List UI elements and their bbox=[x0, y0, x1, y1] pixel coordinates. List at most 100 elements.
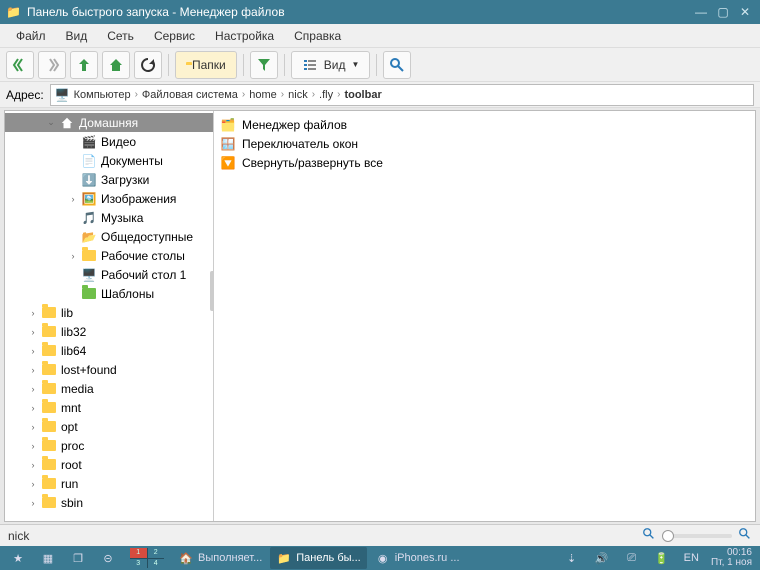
crumb-toolbar[interactable]: toolbar bbox=[342, 89, 383, 101]
refresh-button[interactable] bbox=[134, 51, 162, 79]
folder-icon bbox=[41, 438, 57, 454]
file-list[interactable]: 🗂️ Менеджер файлов🪟 Переключатель окон🔽 … bbox=[214, 111, 755, 521]
tree-item[interactable]: 📂 Общедоступные bbox=[5, 227, 213, 246]
tree-item[interactable]: 🖥️ Рабочий стол 1 bbox=[5, 265, 213, 284]
crumb-nick[interactable]: nick bbox=[286, 89, 310, 101]
chevron-right-icon[interactable]: › bbox=[27, 403, 39, 413]
view-label: Вид bbox=[324, 58, 346, 72]
task-running[interactable]: 🏠 Выполняет... bbox=[172, 547, 268, 569]
chevron-right-icon[interactable]: › bbox=[27, 422, 39, 432]
window-title: Панель быстрого запуска - Менеджер файло… bbox=[27, 5, 688, 19]
tray-disk[interactable]: ⊝ bbox=[94, 547, 122, 569]
file-label: Менеджер файлов bbox=[242, 118, 347, 132]
task-browser[interactable]: ◉ iPhones.ru ... bbox=[369, 547, 466, 569]
forward-button[interactable] bbox=[38, 51, 66, 79]
tray-usb[interactable]: ⇣ bbox=[558, 547, 586, 569]
chevron-right-icon[interactable]: › bbox=[27, 327, 39, 337]
chevron-right-icon[interactable]: › bbox=[67, 194, 79, 204]
file-item[interactable]: 🪟 Переключатель окон bbox=[216, 134, 753, 153]
tree-item[interactable]: › sbin bbox=[5, 493, 213, 512]
chevron-right-icon[interactable]: › bbox=[27, 346, 39, 356]
chevron-right-icon[interactable]: › bbox=[27, 479, 39, 489]
tray-battery[interactable]: 🔋 bbox=[648, 547, 676, 569]
file-item[interactable]: 🔽 Свернуть/развернуть все bbox=[216, 153, 753, 172]
crumb-home[interactable]: home bbox=[247, 89, 279, 101]
tree-item[interactable]: › lib32 bbox=[5, 322, 213, 341]
show-desktop[interactable]: ▦ bbox=[34, 547, 62, 569]
tree-item[interactable]: › media bbox=[5, 379, 213, 398]
tree-label: Загрузки bbox=[101, 173, 149, 187]
disk-icon: ⊝ bbox=[100, 550, 116, 566]
menu-settings[interactable]: Настройка bbox=[205, 26, 284, 46]
file-item[interactable]: 🗂️ Менеджер файлов bbox=[216, 115, 753, 134]
slider-thumb[interactable] bbox=[662, 530, 674, 542]
tree-item[interactable]: › Рабочие столы bbox=[5, 246, 213, 265]
tree-item[interactable]: › opt bbox=[5, 417, 213, 436]
public-icon: 📂 bbox=[81, 229, 97, 245]
task-label: Выполняет... bbox=[198, 552, 262, 564]
menu-service[interactable]: Сервис bbox=[144, 26, 205, 46]
chevron-right-icon[interactable]: › bbox=[27, 365, 39, 375]
crumb-computer[interactable]: Компьютер bbox=[72, 89, 133, 101]
folder-icon bbox=[41, 495, 57, 511]
folders-toggle[interactable]: Папки bbox=[175, 51, 237, 79]
tray-lang[interactable]: EN bbox=[678, 547, 705, 569]
tree-item[interactable]: 📄 Документы bbox=[5, 151, 213, 170]
templates-icon bbox=[81, 286, 97, 302]
filter-button[interactable] bbox=[250, 51, 278, 79]
menu-network[interactable]: Сеть bbox=[97, 26, 144, 46]
chevron-right-icon[interactable]: › bbox=[27, 498, 39, 508]
tree-item[interactable]: › lib64 bbox=[5, 341, 213, 360]
star-icon: ★ bbox=[10, 550, 26, 566]
tree-item[interactable]: › mnt bbox=[5, 398, 213, 417]
zoom-in-icon[interactable] bbox=[738, 527, 752, 544]
breadcrumb[interactable]: 🖥️ Компьютер› Файловая система› home› ni… bbox=[50, 84, 754, 106]
chevron-right-icon[interactable]: › bbox=[27, 441, 39, 451]
clock[interactable]: 00:16 Пт, 1 ноя bbox=[707, 548, 756, 568]
tray-network[interactable]: ⎚ bbox=[618, 547, 646, 569]
tree-item[interactable]: › 🖼️ Изображения bbox=[5, 189, 213, 208]
crumb-fs[interactable]: Файловая система bbox=[140, 89, 240, 101]
splitter-handle[interactable] bbox=[210, 271, 214, 311]
taskview[interactable]: ❐ bbox=[64, 547, 92, 569]
tree-item[interactable]: › lib bbox=[5, 303, 213, 322]
minimize-button[interactable]: — bbox=[692, 3, 710, 21]
tree-label: Рабочие столы bbox=[101, 249, 185, 263]
crumb-fly[interactable]: .fly bbox=[317, 89, 335, 101]
addressbar: Адрес: 🖥️ Компьютер› Файловая система› h… bbox=[0, 82, 760, 108]
zoom-slider[interactable] bbox=[662, 534, 732, 538]
view-mode-button[interactable]: Вид ▼ bbox=[291, 51, 371, 79]
maximize-button[interactable]: ▢ bbox=[714, 3, 732, 21]
back-button[interactable] bbox=[6, 51, 34, 79]
tree-item[interactable]: 🎵 Музыка bbox=[5, 208, 213, 227]
search-button[interactable] bbox=[383, 51, 411, 79]
task-filemanager[interactable]: 📁 Панель бы... bbox=[270, 547, 366, 569]
folder-tree[interactable]: ⌄ Домашняя 🎬 Видео 📄 Документы ⬇️ Загруз… bbox=[5, 111, 214, 521]
menu-file[interactable]: Файл bbox=[6, 26, 56, 46]
chevron-right-icon[interactable]: › bbox=[27, 460, 39, 470]
chevron-down-icon[interactable]: ⌄ bbox=[45, 117, 57, 128]
home-button[interactable] bbox=[102, 51, 130, 79]
tree-item[interactable]: Шаблоны bbox=[5, 284, 213, 303]
tree-item[interactable]: › root bbox=[5, 455, 213, 474]
clock-date: Пт, 1 ноя bbox=[711, 558, 752, 568]
close-button[interactable]: ✕ bbox=[736, 3, 754, 21]
tree-item[interactable]: › lost+found bbox=[5, 360, 213, 379]
menu-view[interactable]: Вид bbox=[56, 26, 98, 46]
chevron-right-icon[interactable]: › bbox=[67, 251, 79, 261]
tree-item[interactable]: › proc bbox=[5, 436, 213, 455]
menu-help[interactable]: Справка bbox=[284, 26, 351, 46]
tree-home[interactable]: ⌄ Домашняя bbox=[5, 113, 213, 132]
tree-label: proc bbox=[61, 439, 84, 453]
tree-item[interactable]: ⬇️ Загрузки bbox=[5, 170, 213, 189]
start-button[interactable]: ★ bbox=[4, 547, 32, 569]
tree-item[interactable]: 🎬 Видео bbox=[5, 132, 213, 151]
chevron-right-icon[interactable]: › bbox=[27, 308, 39, 318]
battery-icon: 🔋 bbox=[654, 550, 670, 566]
pager[interactable]: 1234 bbox=[124, 547, 170, 569]
tree-item[interactable]: › run bbox=[5, 474, 213, 493]
up-button[interactable] bbox=[70, 51, 98, 79]
chevron-right-icon[interactable]: › bbox=[27, 384, 39, 394]
tray-volume[interactable]: 🔊 bbox=[588, 547, 616, 569]
zoom-out-icon[interactable] bbox=[642, 527, 656, 544]
